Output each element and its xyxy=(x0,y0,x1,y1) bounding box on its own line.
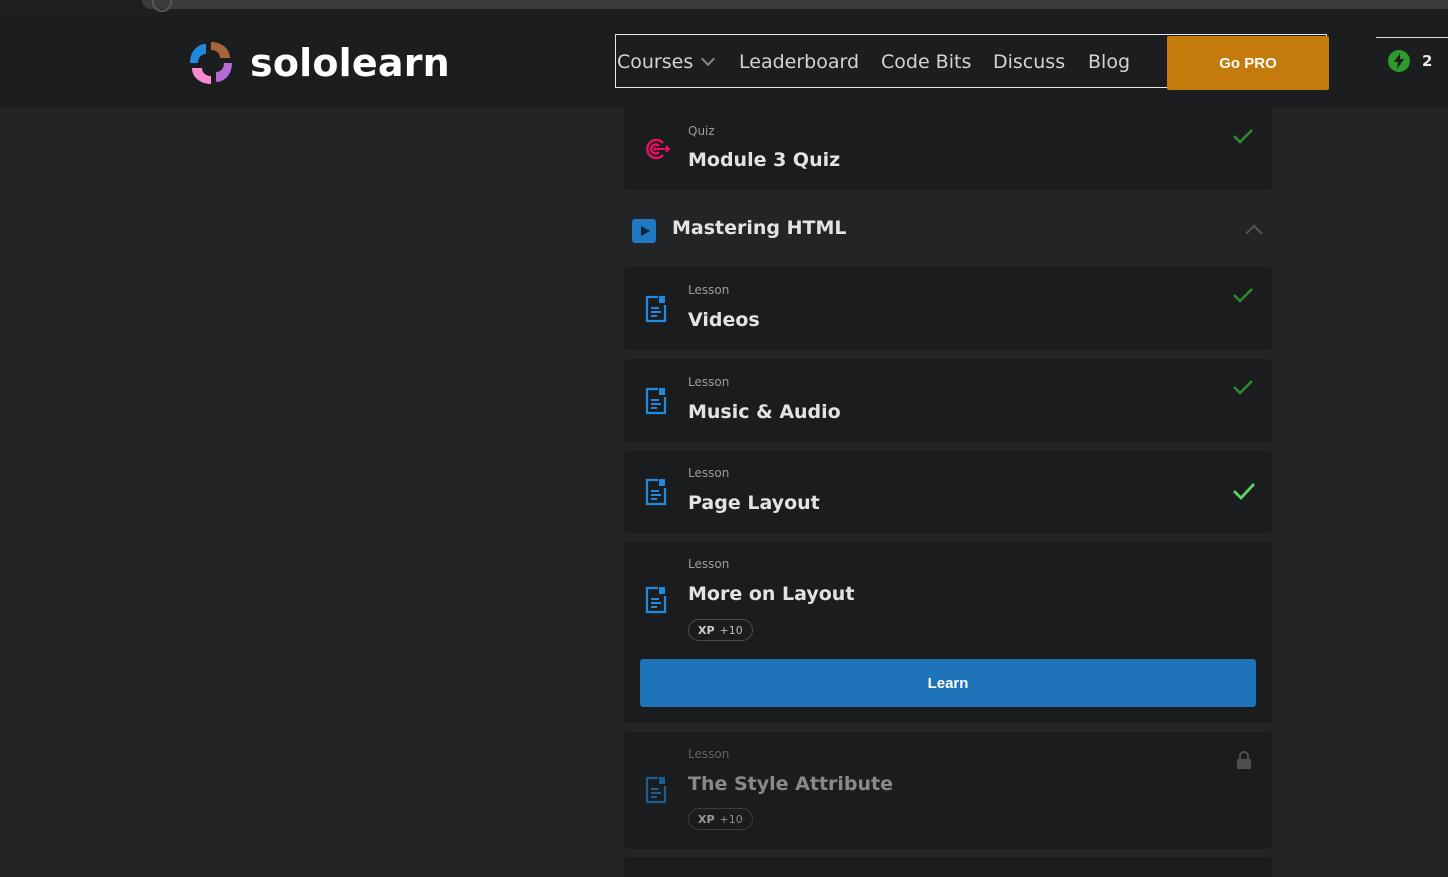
card-title: The Style Attribute xyxy=(688,773,894,795)
lesson-icon xyxy=(644,478,668,510)
xp-value: +10 xyxy=(719,624,743,637)
card-kind: Lesson xyxy=(688,466,730,480)
go-pro-button[interactable]: Go PRO xyxy=(1167,36,1329,90)
nav-courses-label: Courses xyxy=(617,51,694,73)
card-title: Music & Audio xyxy=(688,401,841,423)
streak-indicator[interactable]: 2 xyxy=(1388,50,1432,72)
card-title: Page Layout xyxy=(688,492,820,514)
browser-address-bar xyxy=(142,0,1448,12)
section-header[interactable]: Mastering HTML xyxy=(624,207,1272,263)
check-icon xyxy=(1232,481,1256,505)
card-title: Module 3 Quiz xyxy=(688,149,841,171)
card-kind: Lesson xyxy=(688,557,730,571)
card-kind: Lesson xyxy=(688,375,730,389)
xp-label: XP xyxy=(698,624,715,637)
nav-discuss[interactable]: Discuss xyxy=(993,35,1065,89)
card-kind: Lesson xyxy=(688,747,730,761)
card-kind: Lesson xyxy=(688,283,730,297)
lock-icon xyxy=(1236,750,1252,774)
lightning-icon xyxy=(1388,50,1410,72)
quiz-card[interactable]: Quiz Module 3 Quiz xyxy=(624,107,1272,190)
nav-blog[interactable]: Blog xyxy=(1088,35,1130,89)
card-title: Videos xyxy=(688,309,760,331)
next-card-peek xyxy=(624,857,1272,877)
lesson-card-locked[interactable]: Lesson The Style Attribute XP +10 xyxy=(624,732,1272,849)
lesson-icon xyxy=(644,586,668,618)
browser-button xyxy=(152,0,172,12)
play-icon xyxy=(632,219,656,243)
nav-courses[interactable]: Courses xyxy=(617,35,716,89)
nav-leaderboard[interactable]: Leaderboard xyxy=(739,35,859,89)
browser-chrome xyxy=(0,0,1448,18)
card-kind: Quiz xyxy=(688,124,715,138)
xp-badge: XP +10 xyxy=(688,619,753,641)
check-icon xyxy=(1232,286,1254,308)
lesson-icon xyxy=(644,776,668,808)
xp-label: XP xyxy=(698,813,715,826)
sololearn-logo[interactable]: sololearn xyxy=(186,38,450,88)
logo-text: sololearn xyxy=(250,41,450,85)
lesson-icon xyxy=(644,387,668,419)
lesson-card[interactable]: Lesson Videos xyxy=(624,267,1272,350)
lesson-card[interactable]: Lesson Music & Audio xyxy=(624,359,1272,442)
check-icon xyxy=(1232,378,1254,400)
sololearn-logo-icon xyxy=(190,42,232,84)
divider xyxy=(1376,37,1448,38)
chevron-down-icon xyxy=(701,51,716,67)
section-title: Mastering HTML xyxy=(672,217,847,239)
xp-badge: XP +10 xyxy=(688,808,753,830)
xp-value: +10 xyxy=(719,813,743,826)
target-icon xyxy=(644,137,672,165)
lesson-icon xyxy=(644,295,668,327)
card-title: More on Layout xyxy=(688,583,855,605)
lesson-card-current[interactable]: Lesson More on Layout XP +10 Learn xyxy=(624,542,1272,723)
learn-button[interactable]: Learn xyxy=(640,659,1256,707)
nav-code-bits[interactable]: Code Bits xyxy=(881,35,971,89)
streak-count: 2 xyxy=(1422,52,1433,70)
chevron-up-icon[interactable] xyxy=(1245,224,1263,242)
lesson-card[interactable]: Lesson Page Layout xyxy=(624,451,1272,533)
check-icon xyxy=(1232,127,1254,149)
